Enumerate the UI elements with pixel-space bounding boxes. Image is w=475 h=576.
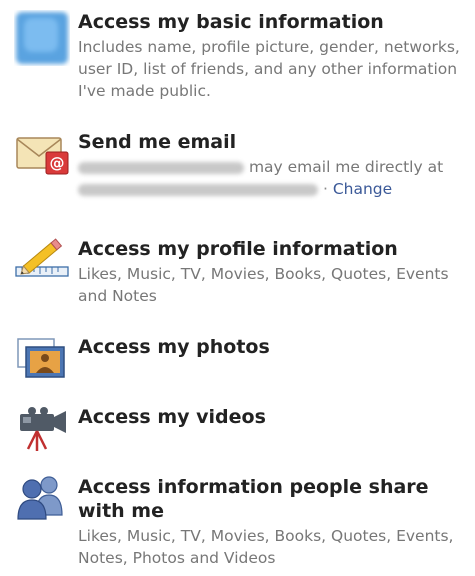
email-description: may email me directly at · Change — [78, 156, 467, 200]
permission-title: Access information people share with me — [78, 476, 429, 522]
permission-title: Access my photos — [78, 336, 270, 358]
svg-text:@: @ — [50, 154, 65, 172]
permission-title: Access my basic information — [78, 11, 384, 33]
redacted-email-address — [78, 183, 318, 196]
permission-title: Access my videos — [78, 406, 266, 428]
email-icon: @ — [14, 130, 70, 186]
email-desc-text: may email me directly at — [248, 158, 444, 176]
video-camera-icon — [14, 405, 70, 461]
permission-title: Send me email — [78, 131, 237, 153]
blurred-app-icon — [14, 10, 70, 66]
photos-icon — [14, 335, 70, 391]
permission-description: Includes name, profile picture, gender, … — [78, 38, 460, 100]
people-icon — [14, 475, 70, 531]
change-email-link[interactable]: Change — [333, 180, 392, 198]
redacted-app-name — [78, 161, 244, 174]
permission-description: Likes, Music, TV, Movies, Books, Quotes,… — [78, 265, 449, 305]
permission-title: Access my profile information — [78, 238, 398, 260]
separator-dot: · — [322, 180, 328, 198]
permission-description: Likes, Music, TV, Movies, Books, Quotes,… — [78, 527, 454, 567]
pencil-ruler-icon — [14, 237, 70, 293]
permission-list: Access my basic information Includes nam… — [0, 0, 475, 576]
